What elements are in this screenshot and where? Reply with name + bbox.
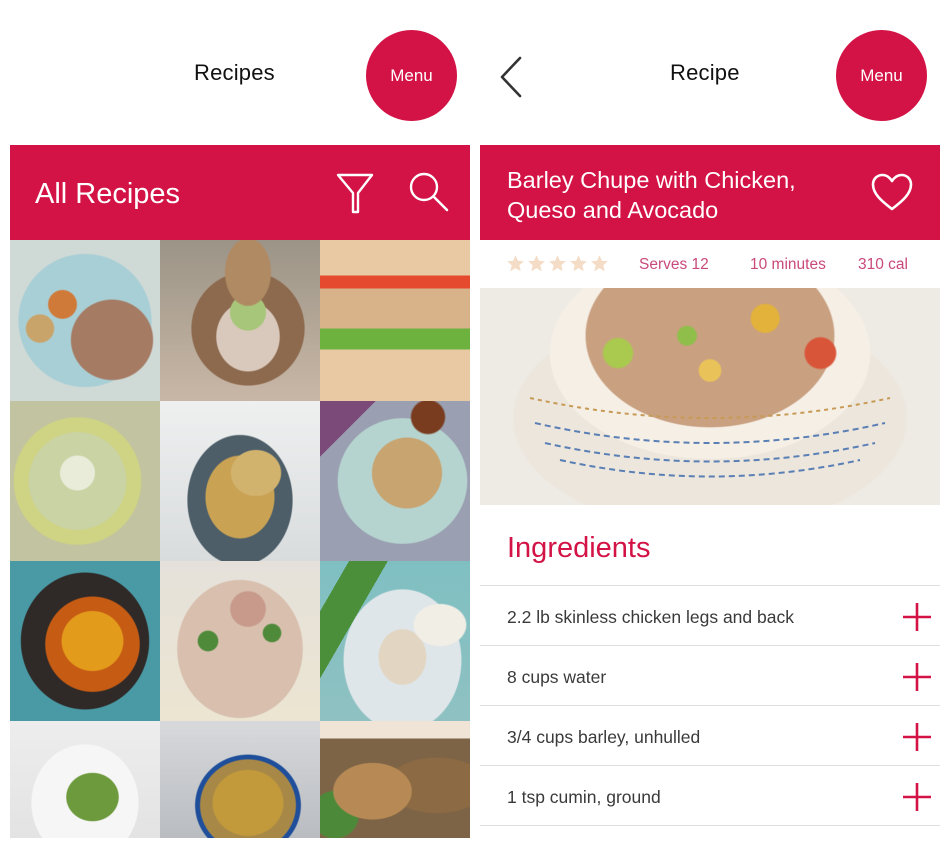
recipe-tile[interactable]: [10, 401, 160, 561]
plus-icon: [903, 783, 931, 811]
star-icon[interactable]: [569, 254, 588, 273]
recipe-tile[interactable]: [320, 240, 470, 401]
chevron-left-icon: [500, 56, 522, 98]
add-ingredient-button[interactable]: [902, 602, 932, 632]
ingredient-text: 8 cups water: [507, 667, 607, 687]
page-title: Recipe: [670, 60, 740, 85]
top-bar: Recipes Menu: [10, 0, 470, 145]
recipe-image: [320, 721, 470, 838]
search-button[interactable]: [408, 171, 450, 213]
recipe-tile[interactable]: [10, 721, 160, 838]
recipe-title-line: Queso and Avocado: [507, 197, 719, 223]
ingredient-row: 8 cups water: [480, 646, 940, 706]
star-icon[interactable]: [527, 254, 546, 273]
recipe-image: [10, 721, 160, 838]
recipe-detail-screen: Recipe Menu Barley Chupe with Chicken, Q…: [480, 0, 940, 848]
servings: Serves 12: [639, 256, 709, 273]
star-icon[interactable]: [590, 254, 609, 273]
plus-icon: [903, 723, 931, 751]
bowl-stripes: [529, 397, 891, 478]
ingredients-heading: Ingredients: [507, 532, 651, 564]
recipe-image: [10, 240, 160, 401]
search-icon: [409, 172, 449, 212]
calories: 310 cal: [858, 256, 908, 273]
recipe-tile[interactable]: [10, 561, 160, 721]
ingredients-list: 2.2 lb skinless chicken legs and back 8 …: [480, 585, 940, 826]
filter-button[interactable]: [336, 172, 374, 214]
recipe-image: [320, 561, 470, 721]
recipe-tile[interactable]: [160, 561, 320, 721]
plus-icon: [903, 663, 931, 691]
menu-button[interactable]: Menu: [836, 30, 927, 121]
list-heading: All Recipes: [35, 178, 181, 210]
recipe-title: Barley Chupe with Chicken, Queso and Avo…: [507, 165, 796, 225]
add-ingredient-button[interactable]: [902, 722, 932, 752]
recipe-image: [10, 401, 160, 561]
recipe-hero-image: [480, 288, 940, 505]
plus-icon: [903, 603, 931, 631]
recipe-tile[interactable]: [320, 721, 470, 838]
recipe-image: [160, 721, 320, 838]
recipe-tile[interactable]: [320, 401, 470, 561]
recipe-image: [320, 401, 470, 561]
ingredient-row: 3/4 cups barley, unhulled: [480, 706, 940, 766]
recipe-image: [160, 401, 320, 561]
recipe-title-line: Barley Chupe with Chicken,: [507, 167, 796, 193]
ingredient-text: 2.2 lb skinless chicken legs and back: [507, 607, 794, 627]
favorite-button[interactable]: [870, 172, 914, 212]
recipe-image: [10, 561, 160, 721]
filter-icon: [336, 173, 374, 214]
ingredient-row: 1 tsp cumin, ground: [480, 766, 940, 826]
top-bar: Recipe Menu: [480, 0, 940, 145]
recipe-tile[interactable]: [160, 721, 320, 838]
star-icon[interactable]: [506, 254, 525, 273]
page-title: Recipes: [194, 60, 275, 85]
recipe-list-screen: Recipes Menu All Recipes: [10, 0, 470, 848]
recipe-header: Barley Chupe with Chicken, Queso and Avo…: [480, 145, 940, 240]
recipe-tile[interactable]: [160, 240, 320, 401]
cook-time: 10 minutes: [750, 256, 826, 273]
recipe-image: [160, 561, 320, 721]
recipe-image: [160, 240, 320, 401]
recipe-grid: [10, 240, 470, 838]
list-header: All Recipes: [10, 145, 470, 240]
add-ingredient-button[interactable]: [902, 662, 932, 692]
recipe-image: [320, 240, 470, 401]
heart-icon: [871, 173, 913, 211]
add-ingredient-button[interactable]: [902, 782, 932, 812]
ingredient-text: 3/4 cups barley, unhulled: [507, 727, 701, 747]
recipe-tile[interactable]: [160, 401, 320, 561]
star-icon[interactable]: [548, 254, 567, 273]
recipe-meta: Serves 12 10 minutes 310 cal: [480, 240, 940, 288]
recipe-tile[interactable]: [10, 240, 160, 401]
menu-button[interactable]: Menu: [366, 30, 457, 121]
back-button[interactable]: [496, 55, 528, 99]
ingredient-text: 1 tsp cumin, ground: [507, 787, 661, 807]
recipe-tile[interactable]: [320, 561, 470, 721]
ingredient-row: 2.2 lb skinless chicken legs and back: [480, 586, 940, 646]
rating-stars[interactable]: [506, 254, 609, 273]
